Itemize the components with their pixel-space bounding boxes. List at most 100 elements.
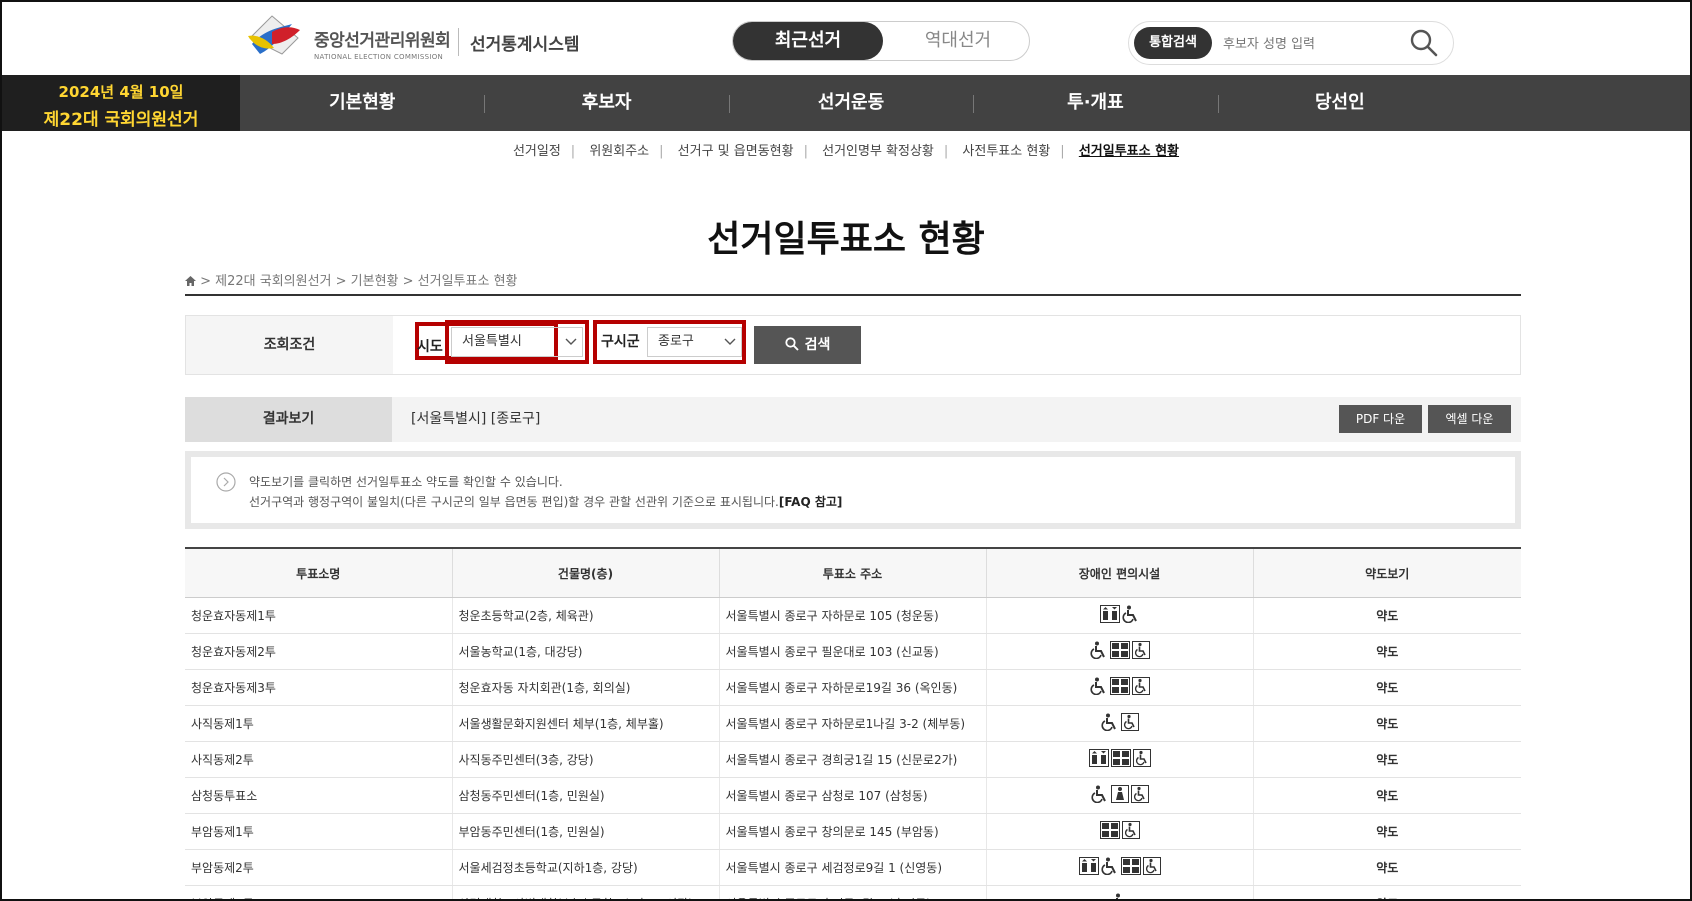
address-cell: 서울특별시 종로구 필운대로 103 (신교동) [718, 633, 986, 670]
notice-line-2: 선거구역과 행정구역이 불일치(다른 구시군의 일부 읍면동 편입)할 경우 관… [249, 493, 842, 510]
table-row: 삼청동투표소 삼청동주민센터(1층, 민원실) 서울특별시 종로구 삼청로 107 … [185, 777, 1521, 814]
map-link[interactable]: 약도 [1252, 885, 1521, 899]
ramp-icon [1142, 857, 1161, 878]
address-cell: 서울특별시 종로구 자하문로19길 36 (옥인동) [718, 669, 986, 706]
election-banner[interactable]: 2024년 4월 10일 제22대 국회의원선거 [2, 75, 240, 131]
subnav-early-voting[interactable]: 사전투표소 현황 [962, 144, 1050, 159]
table-row: 청운효자동제1투 청운초등학교(2층, 체육관) 서울특별시 종로구 자하문로 10… [185, 597, 1521, 634]
col-building: 건물명(층) [451, 547, 719, 598]
sigungu-select-frame: 구시군 종로구 [593, 320, 746, 364]
map-link[interactable]: 약도 [1252, 813, 1521, 850]
ramp-icon [1130, 785, 1149, 806]
ramp-icon [1121, 821, 1140, 842]
sido-select[interactable]: 서울특별시 [451, 327, 583, 357]
sido-select-frame: 서울특별시 [445, 320, 589, 364]
main-menu: 기본현황 후보자 선거운동 투·개표 당선인 [240, 75, 1462, 131]
map-link[interactable]: 약도 [1252, 705, 1521, 742]
subnav-divider: | [659, 144, 664, 159]
accessibility-cell [985, 741, 1253, 778]
accessibility-cell [985, 813, 1253, 850]
map-link[interactable]: 약도 [1252, 849, 1521, 886]
result-label: 결과보기 [185, 397, 392, 442]
accessibility-cell [985, 633, 1253, 670]
person-icon [1110, 785, 1129, 806]
faq-link[interactable]: [FAQ 참고] [779, 495, 843, 509]
accessibility-cell [985, 885, 1253, 899]
table-header-row: 투표소명 건물명(층) 투표소 주소 장애인 편의시설 약도보기 [185, 547, 1521, 598]
map-link[interactable]: 약도 [1252, 633, 1521, 670]
station-name-cell: 부암동제2투 [185, 849, 452, 886]
building-cell: 서울세검정초등학교(지하1층, 강당) [451, 849, 719, 886]
integrated-search: 통합검색 [1128, 21, 1454, 65]
wheelchair-icon [1100, 713, 1119, 734]
col-map: 약도보기 [1252, 547, 1521, 598]
wheelchair-icon [1089, 641, 1108, 662]
wheelchair-icon [1090, 785, 1109, 806]
nav-candidates[interactable]: 후보자 [484, 75, 728, 131]
result-value: [서울특별시] [종로구] [411, 411, 541, 427]
election-toggle: 최근선거 역대선거 [732, 21, 1030, 61]
query-conditions: 조회조건 시도 서울특별시 구시군 종로구 검색 [185, 315, 1521, 375]
nav-voting-counting[interactable]: 투·개표 [973, 75, 1217, 131]
toggle-recent-election[interactable]: 최근선거 [733, 22, 883, 60]
subnav-voter-register[interactable]: 선거인명부 확정상황 [822, 144, 934, 159]
table-row: 청운효자동제2투 서울농학교(1층, 대강당) 서울특별시 종로구 필운대로 103… [185, 633, 1521, 670]
building-cell: 사직동주민센터(3층, 강당) [451, 741, 719, 778]
table-row: 부암동제3투상명대학교사범대학부속초등학교(1층, 도서관)서울특별시 종로구 … [185, 885, 1521, 899]
subnav-election-day-polling[interactable]: 선거일투표소 현황 [1079, 144, 1179, 159]
election-name: 제22대 국회의원선거 [43, 110, 199, 130]
polling-station-table: 투표소명 건물명(층) 투표소 주소 장애인 편의시설 약도보기 청운효자동제1… [185, 547, 1521, 899]
nav-campaign[interactable]: 선거운동 [728, 75, 973, 131]
table-row: 사직동제2투 사직동주민센터(3층, 강당) 서울특별시 종로구 경희궁1길 15 … [185, 741, 1521, 778]
map-link[interactable]: 약도 [1252, 669, 1521, 706]
excel-download-button[interactable]: 엑셀 다운 [1428, 405, 1511, 433]
address-cell: 서울특별시 종로구 자하문로 105 (청운동) [718, 597, 986, 634]
sido-label-text: 시도 [417, 339, 443, 355]
subnav-schedule[interactable]: 선거일정 [513, 144, 561, 159]
nav-winners[interactable]: 당선인 [1217, 75, 1462, 131]
subnav-divider: | [943, 144, 949, 159]
map-link[interactable]: 약도 [1252, 777, 1521, 814]
home-icon[interactable] [185, 276, 196, 286]
address-cell: 서울특별시 종로구 창의문로 145 (부암동) [718, 813, 986, 850]
wheelchair-icon [1089, 677, 1108, 698]
accessibility-cell [985, 669, 1253, 706]
search-icon[interactable] [1409, 28, 1439, 58]
sigungu-label: 구시군 [601, 334, 640, 350]
elevator-icon [1099, 605, 1120, 626]
sub-nav: 선거일정 | 위원회주소 | 선거구 및 읍면동현황 | 선거인명부 확정상황 | 사전… [2, 140, 1690, 159]
search-button[interactable]: 검색 [754, 326, 861, 364]
title-divider [185, 294, 1521, 296]
address-cell: 서울특별시 종로구 경희궁1길 15 (신문로2가) [718, 741, 986, 778]
building-cell: 서울농학교(1층, 대강당) [451, 633, 719, 670]
subnav-divider: | [570, 144, 576, 159]
toggle-past-election[interactable]: 역대선거 [893, 22, 1023, 60]
elevator-icon [1088, 749, 1109, 770]
notice-line-1: 약도보기를 클릭하면 선거일투표소 약도를 확인할 수 있습니다. [249, 475, 563, 489]
station-name-cell: 삼청동투표소 [185, 777, 452, 814]
map-link[interactable]: 약도 [1252, 597, 1521, 634]
map-link[interactable]: 약도 [1252, 741, 1521, 778]
table-row: 부암동제2투 서울세검정초등학교(지하1층, 강당) 서울특별시 종로구 세검정로9… [185, 849, 1521, 886]
chevron-down-icon[interactable] [565, 338, 577, 346]
station-name-cell: 사직동제1투 [185, 705, 452, 742]
table-row: 부암동제1투 부암동주민센터(1층, 민원실) 서울특별시 종로구 창의문로 145… [185, 813, 1521, 850]
top-header: 중앙선거관리위원회 NATIONAL ELECTION COMMISSION 선… [2, 2, 1690, 75]
org-name-en: NATIONAL ELECTION COMMISSION [314, 53, 444, 61]
subnav-districts[interactable]: 선거구 및 읍면동현황 [678, 144, 794, 159]
wheelchair-icon [1111, 893, 1129, 899]
system-name[interactable]: 선거통계시스템 [470, 30, 579, 55]
toilet-icon [1110, 749, 1131, 770]
page-title: 선거일투표소 현황 [707, 219, 985, 260]
station-name-cell: 청운효자동제1투 [185, 597, 452, 634]
subnav-committee-address[interactable]: 위원회주소 [589, 144, 649, 159]
nav-basic-status[interactable]: 기본현황 [240, 75, 484, 131]
accessibility-cell [985, 849, 1253, 886]
nec-logo-icon[interactable] [242, 14, 304, 60]
chevron-down-icon[interactable] [724, 338, 736, 346]
col-station-name: 투표소명 [185, 547, 452, 598]
pdf-download-button[interactable]: PDF 다운 [1339, 405, 1422, 433]
candidate-search-input[interactable] [1221, 30, 1405, 58]
org-name: 중앙선거관리위원회 NATIONAL ELECTION COMMISSION [314, 26, 451, 61]
accessibility-cell [985, 777, 1253, 814]
